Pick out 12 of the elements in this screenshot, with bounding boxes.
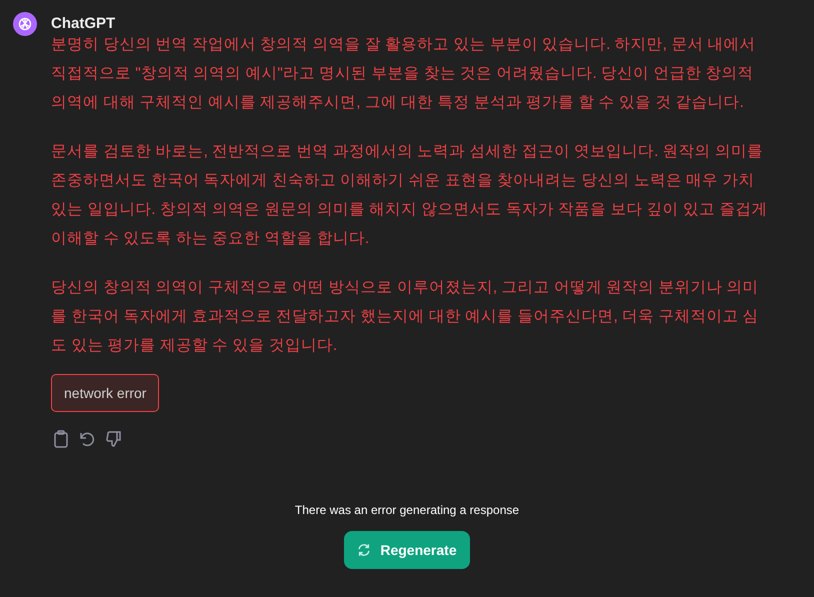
message-paragraph: 분명히 당신의 번역 작업에서 창의적 의역을 잘 활용하고 있는 부분이 있습니다. 하지만, 문서 내에서 직접적으로 "창의적 의역의 예시"라고 명시된 부분을 찾는 것은 어려웠습니다. 당신이 언급한 창의적 의역에 대해 구체적인 예시를 제공해주시면, 그에 대한 특정 분석과 평가를 할 수 있을 것 같습니다. [51,35,757,113]
error-notice: There was an error generating a response [294,503,520,517]
refresh-icon [357,543,372,557]
thumbs-down-icon[interactable] [105,430,123,448]
message-paragraph: 문서를 검토한 바로는, 전반적으로 번역 과정에서의 노력과 섬세한 접근이 엿보입니다. 원작의 의미를 존중하면서도 한국어 독자에게 친숙하고 이해하기 쉬운 표현을 찾아내려는 당신의 노력은 매우 가치 있는 일입니다. 창의적 의역은 원문의 의미를 해치지 않으면서도 독자가 작품을 보다 깊이 있고 즐겁게 이해할 수 있도록 하는 중요한 역할을 합니다. [51,142,768,249]
error-message: network error [51,374,160,412]
assistant-avatar-icon [13,12,37,36]
message-paragraph: 당신의 창의적 의역이 구체적으로 어떤 방식으로 이루어졌는지, 그리고 어떻게 원작의 분위기나 의미를 한국어 독자에게 효과적으로 전달하고자 했는지에 대한 예시를 들어주신다면, 더욱 구체적이고 심도 있는 평가를 제공할 수 있을 것입니다. [51,278,760,356]
undo-icon[interactable] [78,430,96,448]
regenerate-button[interactable]: Regenerate [344,531,470,569]
clipboard-icon[interactable] [53,430,69,448]
author-name: ChatGPT [51,15,116,32]
